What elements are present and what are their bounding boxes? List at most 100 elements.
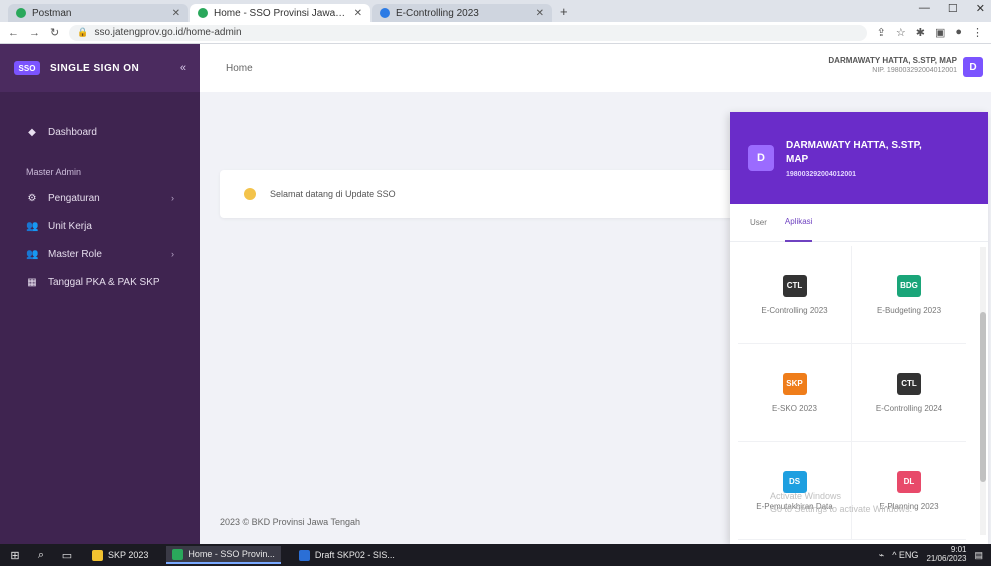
panel-tabs: User Aplikasi	[730, 204, 988, 242]
close-tab-icon[interactable]: ✕	[172, 8, 180, 19]
browser-menu-icon[interactable]: ⋮	[972, 26, 983, 39]
tab-user[interactable]: User	[750, 204, 767, 242]
app-tile-esko-2023[interactable]: SKP E-SKO 2023	[738, 344, 852, 442]
header-user-info[interactable]: DARMAWATY HATTA, S.STP, MAP NIP. 1980032…	[828, 56, 957, 74]
windows-start-icon[interactable]: ⊞	[8, 549, 22, 562]
gear-icon: ⚙	[27, 192, 37, 204]
browser-tab-econtrolling[interactable]: E-Controlling 2023 ✕	[372, 4, 552, 22]
profile-icon[interactable]: ●	[955, 26, 962, 39]
smile-icon	[244, 188, 256, 200]
maximize-button[interactable]: ☐	[948, 2, 958, 15]
close-window-button[interactable]: ✕	[976, 2, 985, 15]
panel-avatar: D	[748, 145, 774, 171]
econtrolling-logo: CTL	[782, 274, 807, 297]
watermark-line2: Go to Settings to activate Windows.	[770, 503, 913, 514]
taskbar-app-label: Home - SSO Provin...	[188, 549, 275, 559]
users-icon: 👥	[26, 248, 39, 260]
app-label: E-SKO 2023	[772, 403, 817, 413]
ebudgeting-logo: BDG	[897, 274, 921, 297]
tab-aplikasi[interactable]: Aplikasi	[784, 204, 813, 242]
sidebar-brand: SSO SINGLE SIGN ON «	[0, 44, 200, 92]
extensions-puzzle-icon[interactable]: ✱	[916, 26, 925, 39]
browser-tab-sso-home[interactable]: Home - SSO Provinsi Jawa Tengah ✕	[190, 4, 370, 22]
footer-text: 2023 © BKD Provinsi Jawa Tengah	[220, 517, 361, 527]
sidebar-item-dashboard[interactable]: ◆ Dashboard	[0, 118, 200, 146]
taskbar-app-label: Draft SKP02 - SIS...	[314, 550, 395, 560]
postman-favicon-icon	[16, 8, 26, 18]
panel-header: D DARMAWATY HATTA, S.STP, MAP 1980032920…	[730, 112, 988, 204]
tray-text[interactable]: ^ ENG	[892, 550, 918, 560]
sidebar-item-label: Pengaturan	[48, 192, 100, 204]
sidebar-item-label: Dashboard	[48, 126, 97, 138]
sidebar-item-label: Tanggal PKA & PAK SKP	[48, 276, 160, 288]
notification-icon[interactable]: ▤	[974, 550, 983, 561]
header-user-nip: NIP. 198003292004012001	[872, 67, 957, 74]
clock-date: 21/06/2023	[926, 554, 967, 563]
window-controls: — ☐ ✕	[919, 2, 985, 15]
browser-tab-postman[interactable]: Postman ✕	[8, 4, 188, 22]
windows-taskbar: ⊞ ⌕ ▭ SKP 2023 Home - SSO Provin... Draf…	[0, 544, 991, 566]
breadcrumb: Home	[226, 62, 253, 74]
word-icon	[298, 549, 310, 561]
sidebar-item-label: Master Role	[48, 248, 102, 260]
browser-extensions: ⇪ ☆ ✱ ▣ ● ⋮	[877, 26, 983, 39]
url-field[interactable]: 🔒 sso.jatengprov.go.id/home-admin	[69, 24, 867, 41]
sso-favicon-icon	[198, 8, 208, 18]
taskbar-app-word[interactable]: Draft SKP02 - SIS...	[293, 546, 401, 564]
diamond-icon: ◆	[28, 126, 36, 138]
user-dropdown-panel: D DARMAWATY HATTA, S.STP, MAP 1980032920…	[730, 112, 988, 544]
esko-logo: SKP	[782, 372, 807, 395]
sidebar-item-unit-kerja[interactable]: 👥 Unit Kerja	[0, 212, 200, 240]
app-label: E-Budgeting 2023	[876, 305, 942, 315]
watermark-line1: Activate Windows	[770, 491, 842, 501]
sidebar-item-label: Unit Kerja	[48, 220, 92, 232]
welcome-text: Selamat datang di Update SSO	[270, 189, 396, 199]
sidebar-item-tanggal-pka[interactable]: ▦ Tanggal PKA & PAK SKP	[0, 268, 200, 296]
lock-icon: 🔒	[77, 27, 89, 37]
close-tab-icon[interactable]: ✕	[536, 8, 544, 19]
panel-user-name: DARMAWATY HATTA, S.STP, MAP	[786, 139, 922, 168]
chrome-icon	[172, 548, 184, 560]
panel-user-name-line2: MAP	[786, 154, 809, 165]
panel-user-nip: 198003292004012001	[786, 170, 857, 178]
avatar[interactable]: D	[963, 57, 983, 77]
sidebar-item-pengaturan[interactable]: ⚙ Pengaturan ›	[0, 184, 200, 212]
taskbar-clock[interactable]: 9:01 21/06/2023	[926, 545, 967, 564]
scrollbar-thumb[interactable]	[980, 312, 986, 482]
sidebar-collapse-icon[interactable]: «	[180, 62, 186, 74]
windows-activation-watermark: Activate Windows Go to Settings to activ…	[770, 490, 912, 515]
bookmark-star-icon[interactable]: ☆	[896, 26, 906, 39]
tab-label: Home - SSO Provinsi Jawa Tengah	[214, 7, 348, 19]
browser-address-bar: ← → ↻ 🔒 sso.jatengprov.go.id/home-admin …	[0, 22, 991, 44]
minimize-button[interactable]: —	[919, 2, 930, 15]
chevron-right-icon: ›	[171, 249, 174, 259]
footer: 2023 © BKD Provinsi Jawa Tengah	[200, 500, 730, 544]
sidebar-section-title: Master Admin	[26, 167, 82, 177]
folder-icon	[92, 549, 103, 561]
sidebar-item-master-role[interactable]: 👥 Master Role ›	[0, 240, 200, 268]
app-tile-econtrolling-2024[interactable]: CTL E-Controlling 2024	[852, 344, 966, 442]
app-tile-ebudgeting-2023[interactable]: BDG E-Budgeting 2023	[852, 246, 966, 344]
back-arrow-icon[interactable]: ←	[8, 27, 19, 39]
panel-user-name-line1: DARMAWATY HATTA, S.STP,	[786, 139, 922, 151]
reload-icon[interactable]: ↻	[50, 26, 59, 39]
search-icon[interactable]: ⌕	[34, 549, 48, 562]
tab-label: E-Controlling 2023	[396, 7, 479, 19]
system-tray: ⌁ ^ ENG 9:01 21/06/2023 ▤	[879, 545, 983, 564]
forward-arrow-icon[interactable]: →	[29, 27, 40, 39]
taskbar-app-folder[interactable]: SKP 2023	[86, 546, 154, 564]
share-icon[interactable]: ⇪	[877, 26, 886, 39]
close-tab-icon[interactable]: ✕	[354, 8, 362, 19]
new-tab-button[interactable]: +	[560, 4, 568, 19]
tab-label: Postman	[32, 7, 72, 19]
sidebar-panel-icon[interactable]: ▣	[935, 26, 945, 39]
url-text: sso.jatengprov.go.id/home-admin	[94, 27, 242, 38]
panel-scrollbar[interactable]	[980, 247, 986, 535]
taskbar-app-chrome[interactable]: Home - SSO Provin...	[166, 546, 281, 564]
network-icon[interactable]: ⌁	[879, 550, 884, 561]
chevron-right-icon: ›	[171, 193, 174, 203]
browser-tab-bar: Postman ✕ Home - SSO Provinsi Jawa Tenga…	[0, 0, 991, 22]
task-view-icon[interactable]: ▭	[60, 549, 74, 562]
app-tile-econtrolling-2023[interactable]: CTL E-Controlling 2023	[738, 246, 852, 344]
brand-name: SINGLE SIGN ON	[50, 62, 140, 74]
